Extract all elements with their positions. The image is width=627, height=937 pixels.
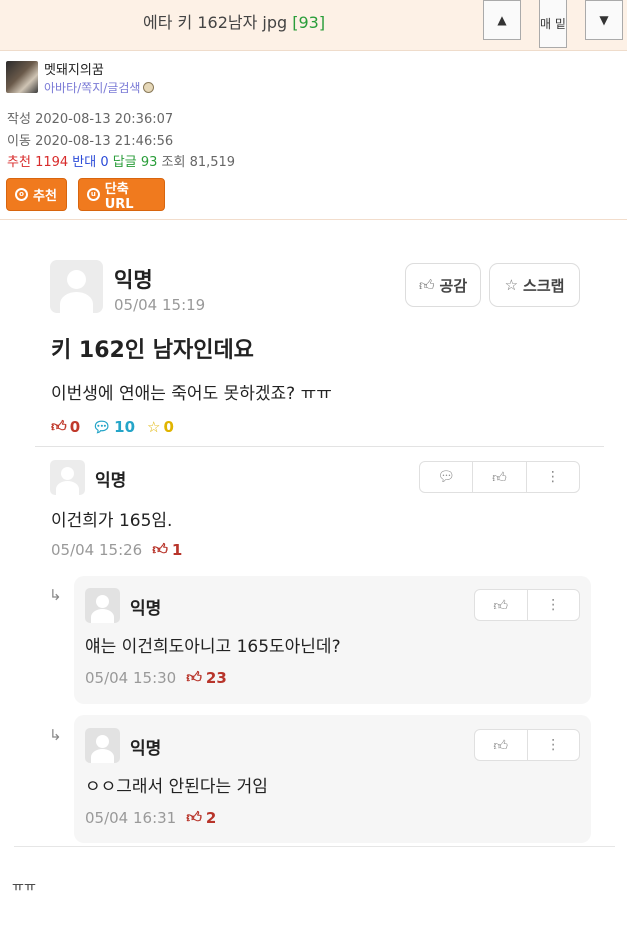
smiley-icon	[143, 82, 155, 93]
comment-text: 얘는 이건희도아니고 165도아닌데?	[85, 637, 341, 657]
comment-date: 05/04 15:30	[85, 668, 177, 687]
empathy-label: 공감	[439, 276, 468, 295]
scroll-down-button[interactable]: ▼	[585, 0, 623, 40]
like-count: 0	[69, 417, 81, 436]
circle-u-icon: u	[87, 188, 100, 201]
scrap-label: 스크랩	[523, 276, 565, 295]
star-icon: ☆	[504, 276, 519, 294]
comment-meta: 05/04 15:26 👍︎ 1	[51, 540, 182, 559]
more-vertical-icon[interactable]: ⋮	[526, 730, 580, 760]
oppose-label: 반대	[72, 155, 97, 170]
short-url-button-label: 단축URL	[104, 181, 134, 212]
comment-like-count: 1	[171, 540, 183, 559]
thumbs-up-icon[interactable]: 👍︎	[475, 730, 527, 760]
thumbs-up-icon: 👍︎	[418, 275, 435, 294]
comment-date: 05/04 15:26	[51, 540, 143, 559]
reply-icon[interactable]: 💬︎	[420, 462, 472, 492]
divider	[14, 846, 615, 847]
created-row: 작성 2020-08-13 20:36:07	[7, 108, 173, 127]
comment-count: 10	[114, 417, 136, 436]
comment-actions: 💬︎ 👍︎ ⋮	[419, 461, 580, 493]
author-nickname[interactable]: 멧돼지의꿈	[44, 59, 104, 78]
reply-arrow-icon: ↳	[49, 586, 62, 604]
post-title: 에타 키 162남자 jpg [93]	[143, 9, 325, 33]
divider	[35, 446, 604, 447]
star-icon: ☆	[147, 417, 161, 436]
scroll-up-button[interactable]: ▲	[483, 0, 521, 40]
post-footer-text: ㅠㅠ	[12, 880, 36, 895]
like-icon: 👍︎	[186, 668, 202, 686]
anonymous-avatar	[50, 460, 85, 495]
more-vertical-icon[interactable]: ⋮	[526, 590, 580, 620]
comment-actions: 👍︎ ⋮	[474, 729, 580, 761]
reply-arrow-icon: ↳	[49, 726, 62, 744]
like-icon: 👍︎	[51, 417, 67, 435]
moved-label: 이동	[7, 134, 31, 149]
thumbs-up-icon[interactable]: 👍︎	[475, 590, 527, 620]
view-label: 조회	[161, 155, 186, 170]
anonymous-avatar	[85, 728, 120, 763]
reply-count: 93	[140, 155, 158, 170]
reply-label: 답글	[112, 155, 137, 170]
reply-count-badge[interactable]: [93]	[292, 13, 325, 32]
recommend-button-label: 추천	[33, 189, 57, 204]
post-author: 익명	[114, 268, 153, 292]
anonymous-avatar	[50, 260, 103, 313]
post-title-text: 에타 키 162남자 jpg	[143, 13, 288, 32]
short-url-button[interactable]: u 단축URL	[78, 178, 165, 212]
post-stats: 추천 1194 반대 0 답글 93 조회 81,519	[7, 151, 235, 170]
post-reactions: 👍︎ 0 💬︎ 10 ☆ 0	[51, 417, 177, 436]
author-avatar[interactable]	[6, 61, 38, 93]
like-icon: 👍︎	[152, 540, 168, 558]
more-vertical-icon[interactable]: ⋮	[525, 462, 579, 492]
created-label: 작성	[7, 112, 31, 127]
author-links[interactable]: 아바타/쪽지/글검색	[44, 79, 155, 96]
comment-actions: 👍︎ ⋮	[474, 589, 580, 621]
recommend-count: 1194	[35, 155, 69, 170]
comment-author: 익명	[95, 471, 127, 491]
scrap-count: 0	[163, 417, 174, 436]
oppose-count: 0	[100, 155, 109, 170]
mini-toggle-button[interactable]: 매 밑	[539, 0, 567, 48]
scrap-button[interactable]: ☆ 스크랩	[489, 263, 580, 307]
moved-row: 이동 2020-08-13 21:46:56	[7, 130, 173, 149]
comment-text: ㅇㅇ그래서 안된다는 거임	[85, 777, 268, 797]
comment-text: 이건희가 165임.	[51, 511, 173, 531]
like-icon: 👍︎	[186, 808, 202, 826]
comment-meta: 05/04 15:30 👍︎ 23	[85, 668, 227, 687]
comment-meta: 05/04 16:31 👍︎ 2	[85, 808, 216, 827]
post-question-body: 이번생에 연애는 죽어도 못하겠죠? ㅠㅠ	[51, 384, 332, 404]
anonymous-avatar	[85, 588, 120, 623]
comment-like-count: 23	[205, 668, 227, 687]
moved-datetime: 2020-08-13 21:46:56	[35, 134, 174, 149]
circle-o-icon: o	[15, 188, 28, 201]
comment-like-count: 2	[205, 808, 217, 827]
triangle-up-icon: ▲	[497, 13, 507, 27]
recommend-label: 추천	[7, 155, 31, 170]
view-count: 81,519	[189, 155, 236, 170]
created-datetime: 2020-08-13 20:36:07	[35, 112, 174, 127]
divider	[0, 219, 627, 220]
recommend-button[interactable]: o 추천	[6, 178, 67, 211]
post-date: 05/04 15:19	[114, 296, 206, 314]
comment-author: 익명	[130, 739, 162, 759]
post-question-title: 키 162인 남자인데요	[51, 338, 254, 363]
comment-date: 05/04 16:31	[85, 808, 177, 827]
post-header-bar: 에타 키 162남자 jpg [93] ▲ 매 밑 ▼	[0, 0, 627, 51]
comment-icon: 💬︎	[92, 417, 112, 436]
author-links-text[interactable]: 아바타/쪽지/글검색	[44, 81, 140, 95]
comment-author: 익명	[130, 599, 162, 619]
thumbs-up-icon[interactable]: 👍︎	[472, 462, 525, 492]
triangle-down-icon: ▼	[599, 13, 609, 27]
empathy-button[interactable]: 👍︎ 공감	[405, 263, 481, 307]
